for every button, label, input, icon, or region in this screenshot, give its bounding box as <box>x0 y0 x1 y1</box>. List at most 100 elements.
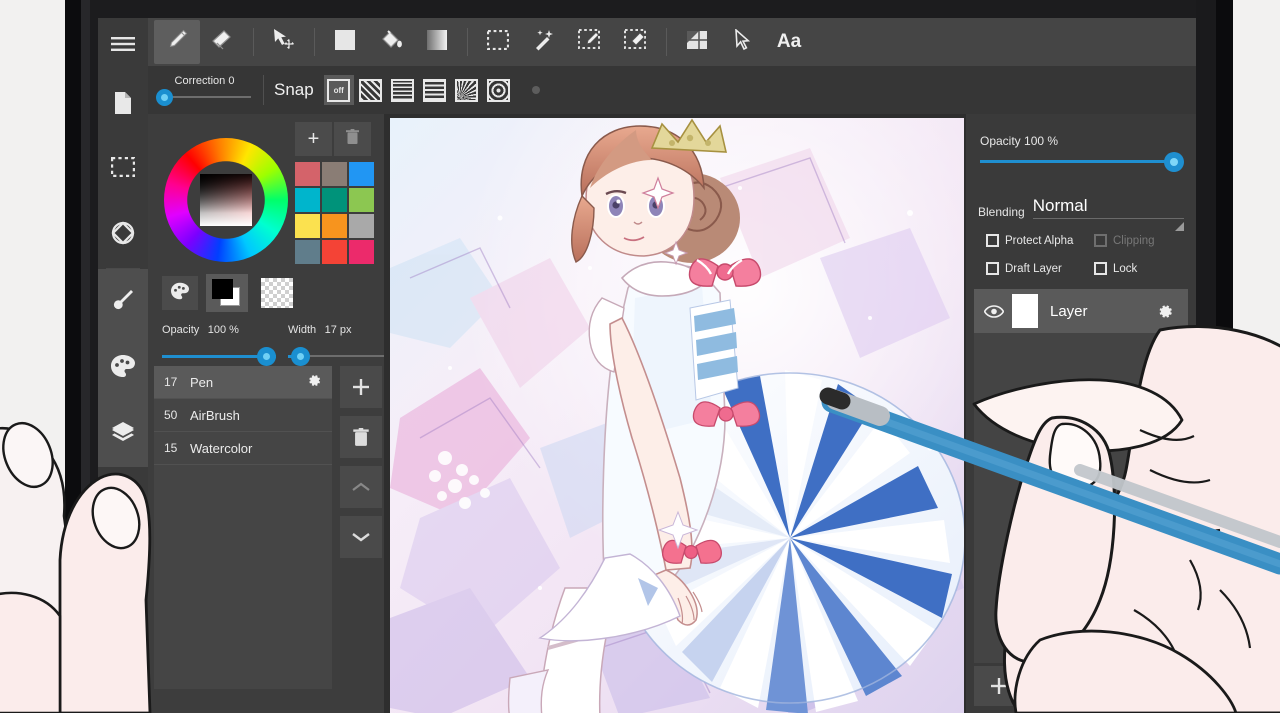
snap-parallel-button[interactable] <box>356 75 386 105</box>
trash-icon <box>346 128 359 150</box>
snap-horizontal-button[interactable] <box>420 75 450 105</box>
sidebar-item-rotate[interactable] <box>98 202 148 268</box>
snap-off-button[interactable]: off <box>323 75 354 105</box>
color-wheel[interactable] <box>164 138 288 262</box>
blending-value[interactable]: Normal <box>1032 196 1184 219</box>
tool-bucket[interactable] <box>368 20 414 64</box>
checkbox-draft-layer[interactable]: Draft Layer <box>986 262 1094 275</box>
foreground-background-button[interactable] <box>206 274 248 312</box>
toolbar-divider <box>253 28 254 56</box>
sidebar-item-color[interactable] <box>98 335 148 401</box>
color-swatch[interactable] <box>322 188 347 212</box>
left-hand-thumbnail <box>2 422 54 488</box>
tool-pencil[interactable] <box>154 20 200 64</box>
tool-select-eraser[interactable] <box>613 20 659 64</box>
add-brush-button[interactable] <box>340 366 382 408</box>
snap-concentric-button[interactable] <box>484 75 514 105</box>
snap-grid-button[interactable] <box>388 75 418 105</box>
options-overflow-dot[interactable] <box>531 86 540 94</box>
color-swatch[interactable] <box>349 240 374 264</box>
tool-select-rect[interactable] <box>475 20 521 64</box>
duplicate-layer-button[interactable] <box>1086 666 1136 706</box>
delete-layer-button[interactable] <box>1030 666 1080 706</box>
blending-label: Blending <box>978 205 1025 219</box>
brush-side-buttons <box>340 366 382 566</box>
palette-mode-button[interactable] <box>162 276 198 310</box>
select-eraser-icon <box>624 28 648 56</box>
color-swatch[interactable] <box>295 214 320 238</box>
toolbar-divider <box>666 28 667 56</box>
tool-gradient[interactable] <box>414 20 460 64</box>
color-swatch[interactable] <box>349 162 374 186</box>
move-brush-up-button[interactable] <box>340 466 382 508</box>
brush-list-item[interactable]: 50 AirBrush <box>154 399 332 432</box>
layer-stack <box>974 333 1188 663</box>
delete-brush-button[interactable] <box>340 416 382 458</box>
arrow-cursor-icon <box>734 27 752 56</box>
sidebar-item-layers[interactable] <box>98 401 148 467</box>
layer-thumbnail[interactable] <box>1012 294 1038 328</box>
correction-control[interactable]: Correction 0 <box>148 75 253 106</box>
opacity-slider-knob[interactable] <box>257 347 276 366</box>
correction-slider[interactable] <box>156 89 253 106</box>
color-swatch[interactable] <box>322 214 347 238</box>
checkbox-lock[interactable]: Lock <box>1094 262 1186 275</box>
eye-icon[interactable] <box>984 304 1004 318</box>
brush-list-item[interactable]: 15 Watercolor <box>154 432 332 465</box>
checkbox-box[interactable] <box>1094 262 1107 275</box>
tool-select-pen[interactable] <box>567 20 613 64</box>
eraser-icon <box>211 29 235 56</box>
opacity-slider[interactable] <box>162 347 276 366</box>
tool-fill-rect[interactable] <box>322 20 368 64</box>
color-swatch[interactable] <box>349 188 374 212</box>
tool-move[interactable] <box>261 20 307 64</box>
checkbox-box[interactable] <box>986 262 999 275</box>
artwork-canvas[interactable] <box>390 118 964 713</box>
tool-arrow[interactable] <box>720 20 766 64</box>
correction-slider-knob[interactable] <box>156 89 173 106</box>
color-swatch[interactable] <box>322 162 347 186</box>
layer-panel: Opacity 100 % Blending Normal Protect Al… <box>966 114 1196 713</box>
layer-opacity-label: Opacity 100 % <box>980 134 1059 148</box>
color-swatch[interactable] <box>349 214 374 238</box>
color-swatch[interactable] <box>295 162 320 186</box>
snap-radial-button[interactable] <box>452 75 482 105</box>
brush-size: 15 <box>164 441 178 455</box>
color-swatch-grid[interactable] <box>295 162 374 264</box>
checkbox-protect-alpha[interactable]: Protect Alpha <box>986 234 1094 247</box>
brush-list-item[interactable]: 17 Pen <box>154 366 332 399</box>
checkbox-box <box>1094 234 1107 247</box>
sidebar-item-canvas[interactable] <box>98 74 148 136</box>
layer-row[interactable]: Layer <box>974 289 1188 333</box>
transparent-checker-icon <box>261 278 293 308</box>
sidebar-item-selection[interactable] <box>98 136 148 202</box>
move-brush-down-button[interactable] <box>340 516 382 558</box>
transparent-button[interactable] <box>256 274 298 312</box>
tool-magic-wand[interactable] <box>521 20 567 64</box>
gear-icon[interactable] <box>1157 303 1174 320</box>
sidebar-item-brush[interactable] <box>98 269 148 335</box>
tool-text[interactable]: Aa <box>766 20 812 64</box>
plus-icon <box>353 379 369 395</box>
checkbox-box[interactable] <box>986 234 999 247</box>
layer-opacity-knob[interactable] <box>1164 152 1184 172</box>
color-swatch[interactable] <box>295 188 320 212</box>
blending-mode-row[interactable]: Blending Normal <box>978 196 1184 219</box>
options-bar: Correction 0 Snap off <box>148 66 1196 114</box>
add-layer-button[interactable] <box>974 666 1024 706</box>
delete-color-button[interactable] <box>334 122 371 156</box>
sidebar-item-redo[interactable] <box>98 467 148 591</box>
tool-eraser[interactable] <box>200 20 246 64</box>
checkbox-label: Draft Layer <box>1005 262 1062 275</box>
color-swatch[interactable] <box>322 240 347 264</box>
blending-dropdown-arrow[interactable] <box>1175 222 1184 231</box>
add-color-button[interactable]: + <box>295 122 332 156</box>
sidebar-item-undo[interactable] <box>98 591 148 659</box>
color-swatch[interactable] <box>295 240 320 264</box>
width-slider-knob[interactable] <box>291 347 310 366</box>
sidebar-item-menu[interactable] <box>98 18 148 74</box>
tool-transform[interactable] <box>674 20 720 64</box>
gear-icon[interactable] <box>307 373 322 391</box>
snap-horizontal-lines-icon <box>423 78 447 102</box>
redo-arrow-icon <box>111 552 135 577</box>
